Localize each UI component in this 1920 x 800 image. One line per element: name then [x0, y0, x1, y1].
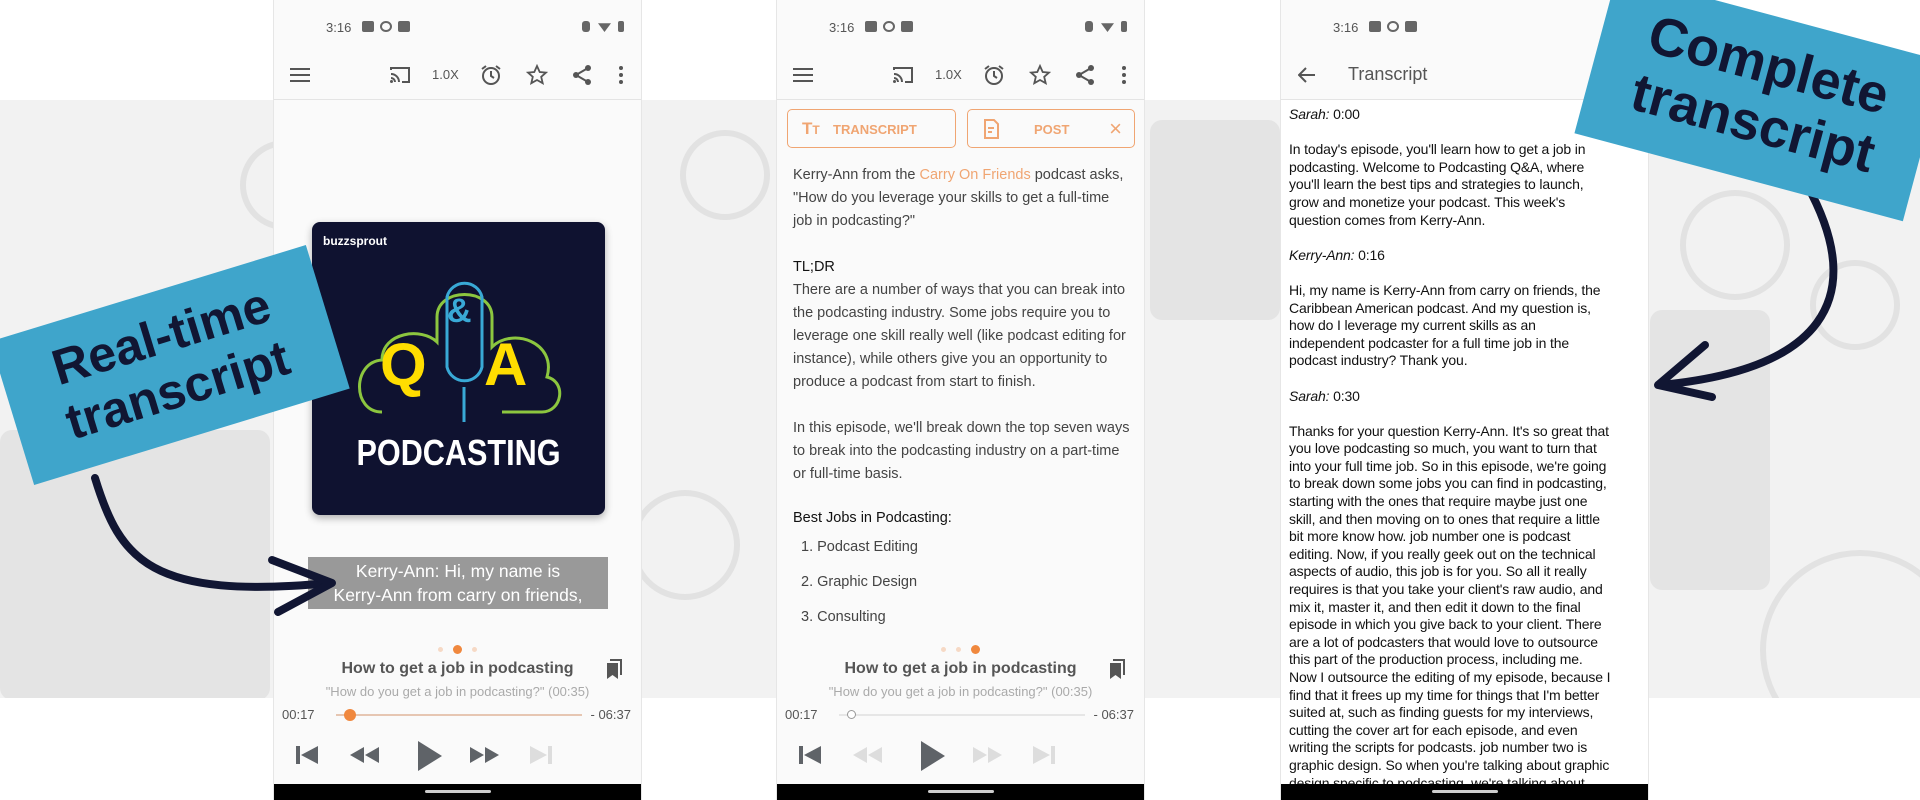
arrow-to-transcript-head [1654, 341, 1716, 401]
arrow-to-transcript [1656, 181, 1838, 389]
